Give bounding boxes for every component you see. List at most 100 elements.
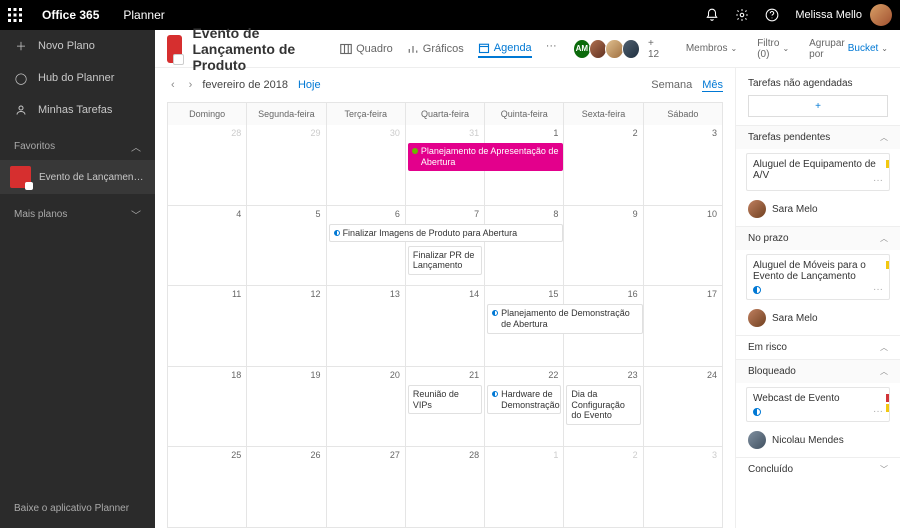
app-name[interactable]: Planner (111, 8, 176, 22)
members-dropdown[interactable]: Membros⌄ (686, 43, 737, 54)
new-plan-button[interactable]: ＋ Novo Plano (0, 30, 155, 62)
prev-month-button[interactable]: ‹ (167, 77, 179, 93)
add-task-button[interactable]: + (748, 95, 888, 117)
day-cell[interactable]: 27 (327, 447, 406, 528)
next-month-button[interactable]: › (185, 77, 197, 93)
task-card[interactable]: Aluguel de Equipamento de A/V ··· (746, 153, 890, 191)
card-more-icon[interactable]: ··· (873, 406, 883, 417)
download-app-link[interactable]: Baixe o aplicativo Planner (0, 489, 155, 528)
day-cell[interactable]: 2 (564, 125, 643, 206)
day-cell[interactable]: 2 (564, 447, 643, 528)
day-header: Segunda-feira (247, 103, 326, 125)
section-pending[interactable]: Tarefas pendentes ︿ (736, 126, 900, 149)
day-header: Sábado (644, 103, 723, 125)
calendar-task[interactable]: Planejamento de Apresentação de Abertura (408, 143, 564, 171)
day-number: 18 (231, 370, 241, 380)
day-number: 20 (390, 370, 400, 380)
task-card[interactable]: Webcast de Evento ··· (746, 387, 890, 422)
filter-dropdown[interactable]: Filtro (0)⌄ (757, 38, 789, 60)
section-ontime-label: No prazo (748, 233, 789, 244)
day-cell[interactable]: 3 (644, 125, 723, 206)
today-button[interactable]: Hoje (298, 79, 321, 91)
day-cell[interactable]: 22Hardware de Demonstração (485, 367, 564, 448)
my-tasks-button[interactable]: Minhas Tarefas (0, 94, 155, 126)
progress-icon (753, 408, 761, 416)
user-avatar[interactable] (870, 4, 892, 26)
day-cell[interactable]: 26 (247, 447, 326, 528)
notifications-icon[interactable] (697, 0, 727, 30)
day-cell[interactable]: 14 (406, 286, 485, 367)
day-cell[interactable]: 28 (168, 125, 247, 206)
gear-icon[interactable] (727, 0, 757, 30)
task-card[interactable]: Aluguel de Móveis para o Evento de Lança… (746, 254, 890, 300)
day-cell[interactable]: 10 (644, 206, 723, 287)
card-more-icon[interactable]: ··· (873, 284, 883, 295)
calendar-task[interactable]: Reunião de VIPs (408, 385, 482, 415)
day-header: Quarta-feira (406, 103, 485, 125)
user-name[interactable]: Melissa Mello (787, 9, 870, 21)
day-cell[interactable]: 21Reunião de VIPs (406, 367, 485, 448)
calendar-task[interactable]: Dia da Configuração do Evento (566, 385, 640, 425)
day-cell[interactable]: 20 (327, 367, 406, 448)
day-cell[interactable]: 8 (485, 206, 564, 287)
day-cell[interactable]: 5 (247, 206, 326, 287)
plan-header: Evento de Lançamento de Produto Quadro G… (155, 30, 900, 68)
view-week-button[interactable]: Semana (651, 79, 692, 92)
day-cell[interactable]: 25 (168, 447, 247, 528)
members-label: Membros (686, 43, 728, 54)
view-month-button[interactable]: Mês (702, 79, 723, 92)
card-more-icon[interactable]: ··· (873, 175, 883, 186)
calendar-task[interactable]: Finalizar PR de Lançamento (408, 246, 482, 276)
day-number: 1 (553, 450, 558, 460)
day-cell[interactable]: 24 (644, 367, 723, 448)
plan-members[interactable]: AM + 12 (577, 38, 666, 60)
section-ontime[interactable]: No prazo ︿ (736, 227, 900, 250)
day-number: 29 (311, 128, 321, 138)
app-launcher[interactable] (0, 0, 30, 30)
day-cell[interactable]: 28 (406, 447, 485, 528)
help-icon[interactable] (757, 0, 787, 30)
day-cell[interactable]: 30 (327, 125, 406, 206)
day-cell[interactable]: 6Finalizar Imagens de Produto para Abert… (327, 206, 406, 287)
section-done[interactable]: Concluído ﹀ (736, 458, 900, 481)
day-cell[interactable]: 7Finalizar PR de Lançamento (406, 206, 485, 287)
pivot-board[interactable]: Quadro (340, 40, 393, 58)
planner-hub-button[interactable]: ◯ Hub do Planner (0, 62, 155, 94)
day-cell[interactable]: 18 (168, 367, 247, 448)
groupby-label: Agrupar por (809, 38, 845, 60)
more-plans-section[interactable]: Mais planos ﹀ (0, 200, 155, 228)
favorites-section[interactable]: Favoritos ︿ (0, 132, 155, 160)
day-number: 1 (553, 128, 558, 138)
pivot-more[interactable]: ··· (546, 40, 557, 58)
person-icon (14, 104, 28, 116)
left-nav: ＋ Novo Plano ◯ Hub do Planner Minhas Tar… (0, 30, 155, 528)
day-cell[interactable]: 15Planejamento de Demonstração de Abertu… (485, 286, 564, 367)
day-cell[interactable]: 9 (564, 206, 643, 287)
pivot-schedule[interactable]: Agenda (478, 40, 532, 58)
day-cell[interactable]: 12 (247, 286, 326, 367)
day-cell[interactable]: 1 (485, 447, 564, 528)
day-cell[interactable]: 17 (644, 286, 723, 367)
day-cell[interactable]: 19 (247, 367, 326, 448)
section-atrisk[interactable]: Em risco ︿ (736, 336, 900, 359)
pivot-charts[interactable]: Gráficos (407, 40, 464, 58)
calendar-task[interactable]: Finalizar Imagens de Produto para Abertu… (329, 224, 564, 243)
groupby-dropdown[interactable]: Agrupar por Bucket ⌄ (809, 38, 888, 60)
day-cell[interactable]: 29 (247, 125, 326, 206)
favorite-plan[interactable]: Evento de Lançamento... (0, 160, 155, 194)
day-header: Domingo (168, 103, 247, 125)
day-cell[interactable]: 31Planejamento de Apresentação de Abertu… (406, 125, 485, 206)
chevron-down-icon: ⌄ (881, 44, 888, 53)
calendar-task[interactable]: Hardware de Demonstração (487, 385, 561, 415)
day-number: 15 (548, 289, 558, 299)
day-cell[interactable]: 3 (644, 447, 723, 528)
section-blocked[interactable]: Bloqueado ︿ (736, 360, 900, 383)
day-number: 28 (231, 128, 241, 138)
day-cell[interactable]: 4 (168, 206, 247, 287)
day-cell[interactable]: 23Dia da Configuração do Evento (564, 367, 643, 448)
suite-name[interactable]: Office 365 (30, 8, 111, 22)
day-cell[interactable]: 11 (168, 286, 247, 367)
status-icon (334, 230, 340, 236)
calendar-task[interactable]: Planejamento de Demonstração de Abertura (487, 304, 643, 334)
day-cell[interactable]: 13 (327, 286, 406, 367)
